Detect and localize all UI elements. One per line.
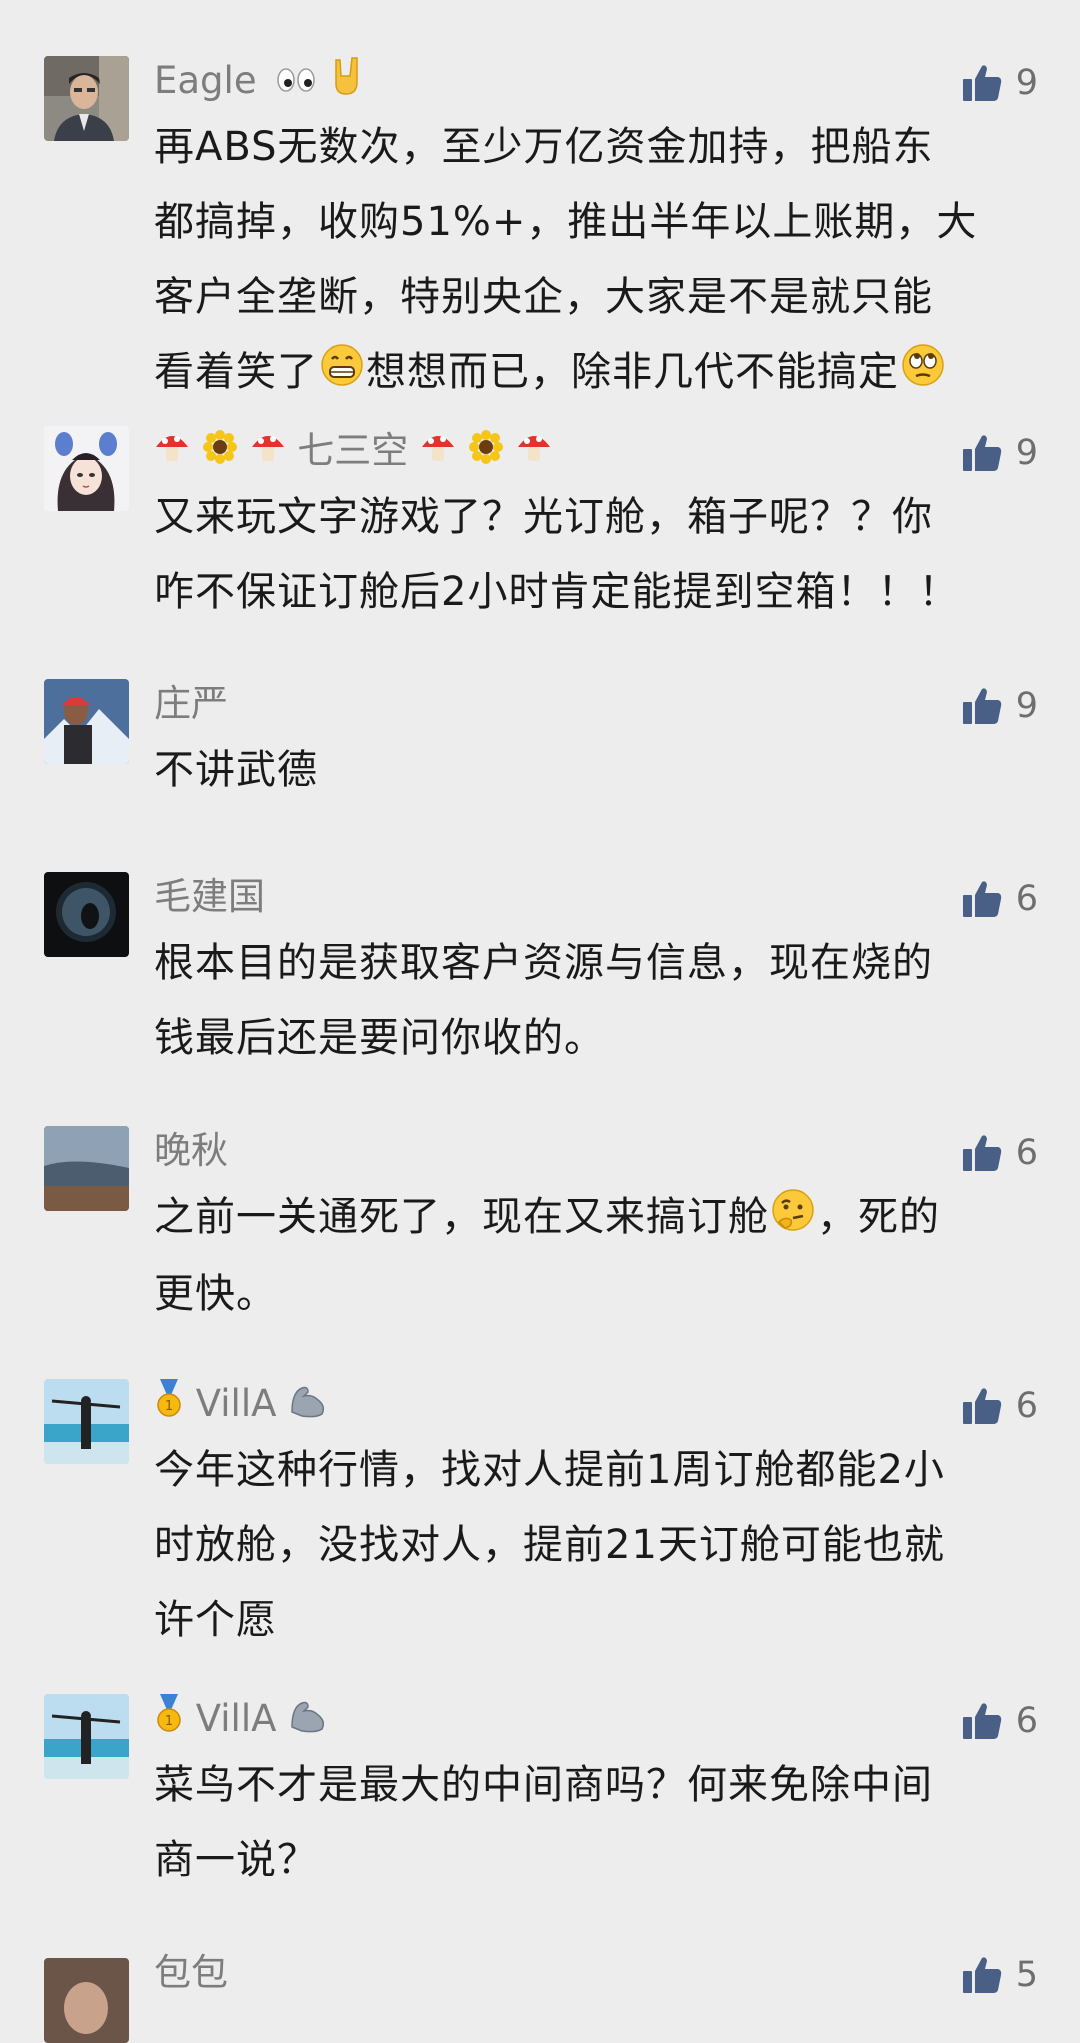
like-count: 6 [1015, 1133, 1038, 1173]
comment-line: 菜鸟不才是最大的中间商吗？何来免除中间 [154, 1762, 933, 1808]
comment-author[interactable]: 庄严 [154, 679, 228, 729]
thumbs-up-icon [962, 1703, 1001, 1739]
like-button[interactable]: 6 [962, 1128, 1038, 1178]
comment-line: 今年这种行情，找对人提前1周订舱都能2小 [154, 1447, 945, 1493]
like-button[interactable]: 9 [962, 428, 1038, 478]
flexed-biceps-emoji-icon [288, 1381, 328, 1431]
like-count: 6 [1015, 1386, 1038, 1426]
comment-line: 不讲武德 [154, 747, 318, 793]
comment-text: 再ABS无数次，至少万亿资金加持，把船东 都搞掉，收购51%+，推出半年以上账期… [154, 110, 1034, 412]
comment-text: 菜鸟不才是最大的中间商吗？何来免除中间 商一说？ [154, 1748, 1034, 1898]
comment-line: 更快。 [154, 1270, 277, 1317]
like-button[interactable]: 9 [962, 681, 1038, 731]
medal-emoji-icon: 1 [154, 1379, 184, 1432]
author-name: 晚秋 [154, 1129, 228, 1172]
mushroom-emoji-icon [154, 428, 190, 478]
author-name: VillA [195, 1382, 277, 1425]
sunflower-emoji-icon [202, 428, 238, 478]
author-name: 包包 [154, 1951, 228, 1994]
mushroom-emoji-icon [420, 428, 456, 478]
comment-author[interactable]: 1 VillA [154, 1379, 328, 1432]
comment-line: 再ABS无数次，至少万亿资金加持，把船东 [154, 124, 934, 170]
comment-text: 不讲武德 [154, 733, 1034, 808]
comment-line: 想想而已，除非几代不能搞定 [366, 349, 899, 395]
thumbs-up-icon [962, 1957, 1001, 1993]
comment-line-group: 之前一关通死了，现在又来搞订舱 ，死的 [154, 1180, 1034, 1257]
comment-author[interactable]: 1 VillA [154, 1694, 328, 1747]
comment-author[interactable]: Eagle [154, 56, 364, 109]
like-button[interactable]: 9 [962, 58, 1038, 108]
author-name: 七三空 [297, 429, 409, 472]
like-count: 9 [1015, 63, 1038, 103]
thumbs-up-icon [962, 881, 1001, 917]
comment-line: 看着笑了 [154, 349, 318, 395]
svg-text:1: 1 [165, 1399, 173, 1414]
thumbs-up-icon [962, 1135, 1001, 1171]
comment-text: 根本目的是获取客户资源与信息，现在烧的 钱最后还是要问你收的。 [154, 926, 1034, 1076]
eyes-emoji-icon [276, 58, 318, 108]
author-name: Eagle [154, 59, 257, 102]
like-count: 9 [1015, 686, 1038, 726]
comment-line: 都搞掉，收购51%+，推出半年以上账期，大 [154, 199, 978, 245]
mushroom-emoji-icon [250, 428, 286, 478]
sunflower-emoji-icon [468, 428, 504, 478]
avatar[interactable] [44, 1379, 129, 1464]
avatar[interactable] [44, 426, 129, 511]
avatar[interactable] [44, 1958, 129, 2043]
rock-hand-emoji-icon [330, 56, 364, 109]
mushroom-emoji-icon [516, 428, 552, 478]
comment-line: 咋不保证订舱后2小时肯定能提到空箱！！！ [154, 569, 960, 615]
author-name: 毛建国 [154, 875, 265, 918]
avatar[interactable] [44, 1694, 129, 1779]
avatar[interactable] [44, 679, 129, 764]
thumbs-up-icon [962, 65, 1001, 101]
comment-line: ，死的 [817, 1194, 940, 1240]
thumbs-up-icon [962, 688, 1001, 724]
comment-line: 根本目的是获取客户资源与信息，现在烧的 [154, 940, 933, 986]
author-name: VillA [195, 1697, 277, 1740]
comment-text: 又来玩文字游戏了？光订舱，箱子呢？？你 咋不保证订舱后2小时肯定能提到空箱！！！ [154, 480, 1034, 630]
like-count: 6 [1015, 879, 1038, 919]
comment-list: Eagle 9 再ABS无数次，至少万亿资金加持，把船东 都搞掉，收购51%+，… [0, 0, 1080, 2043]
comment-author[interactable]: 七三空 [154, 426, 552, 478]
comment-line: 时放舱，没找对人，提前21天订舱可能也就 [154, 1522, 945, 1568]
like-button[interactable]: 6 [962, 874, 1038, 924]
author-name: 庄严 [154, 682, 228, 725]
comment-line: 客户全垄断，特别央企，大家是不是就只能 [154, 274, 933, 320]
comment-author[interactable]: 包包 [154, 1948, 228, 1998]
avatar[interactable] [44, 1126, 129, 1211]
comment-line: 又来玩文字游戏了？光订舱，箱子呢？？你 [154, 494, 933, 540]
like-count: 6 [1015, 1701, 1038, 1741]
avatar[interactable] [44, 56, 129, 141]
like-button[interactable]: 5 [962, 1950, 1038, 2000]
comment-author[interactable]: 晚秋 [154, 1126, 228, 1176]
avatar[interactable] [44, 872, 129, 957]
comment-author[interactable]: 毛建国 [154, 872, 265, 922]
comment-line: 商一说？ [154, 1837, 318, 1883]
comment-text: 今年这种行情，找对人提前1周订舱都能2小 时放舱，没找对人，提前21天订舱可能也… [154, 1433, 1034, 1658]
comment-line: 许个愿 [154, 1597, 277, 1643]
like-button[interactable]: 6 [962, 1381, 1038, 1431]
like-count: 9 [1015, 433, 1038, 473]
medal-emoji-icon: 1 [154, 1694, 184, 1747]
thumbs-up-icon [962, 1388, 1001, 1424]
svg-text:1: 1 [165, 1714, 173, 1729]
comment-line: 之前一关通死了，现在又来搞订舱 [154, 1194, 769, 1240]
comment-line-group: 看着笑了 想想而已，除非几代不能搞定 [154, 335, 1034, 412]
thinking-emoji-icon [771, 1182, 815, 1257]
flexed-biceps-emoji-icon [288, 1696, 328, 1746]
comment-text: 之前一关通死了，现在又来搞订舱 ，死的 更快。 [154, 1180, 1034, 1332]
like-button[interactable]: 6 [962, 1696, 1038, 1746]
comment-line: 钱最后还是要问你收的。 [154, 1015, 605, 1061]
grin-emoji-icon [320, 337, 364, 412]
thumbs-up-icon [962, 435, 1001, 471]
eye-roll-emoji-icon [901, 337, 945, 412]
like-count: 5 [1015, 1955, 1038, 1995]
